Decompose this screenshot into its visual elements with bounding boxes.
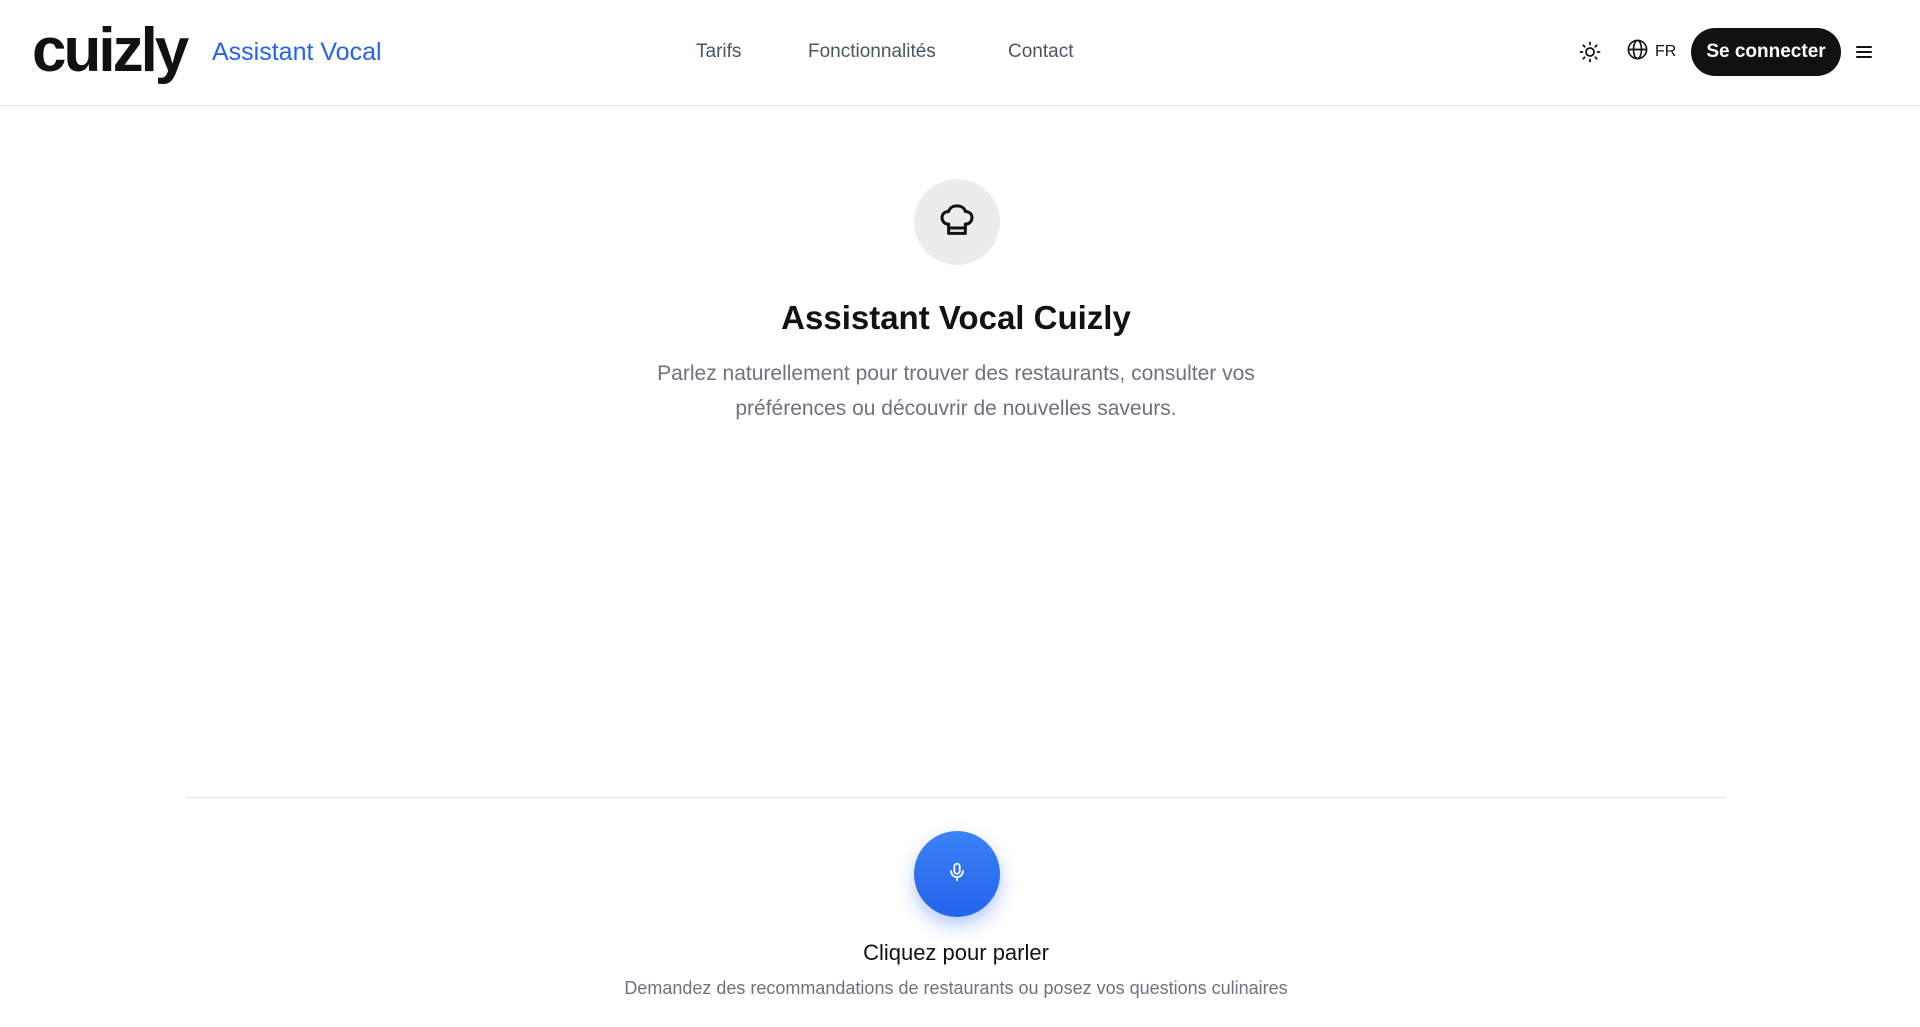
divider	[186, 797, 1726, 798]
chef-hat-icon-container	[914, 179, 1000, 265]
hamburger-icon[interactable]	[1852, 40, 1876, 64]
globe-icon	[1626, 38, 1649, 66]
page-description: Parlez naturellement pour trouver des re…	[657, 362, 1255, 420]
voice-prompt-subtitle: Demandez des recommandations de restaura…	[624, 978, 1288, 998]
voice-prompt-title: Cliquez pour parler	[863, 940, 1049, 965]
sun-icon[interactable]	[1578, 40, 1602, 64]
login-button[interactable]: Se connecter	[1691, 28, 1841, 76]
language-selector[interactable]: FR	[1626, 38, 1676, 66]
microphone-button[interactable]	[914, 831, 1000, 917]
nav-item-tarifs[interactable]: Tarifs	[696, 36, 741, 68]
site-header: cuizly Assistant Vocal Tarifs Fonctionna…	[0, 0, 1920, 106]
nav-item-contact[interactable]: Contact	[1008, 36, 1073, 68]
logo-subtitle: Assistant Vocal	[212, 38, 382, 66]
chef-hat-icon	[937, 200, 977, 245]
language-label: FR	[1655, 43, 1677, 60]
logo[interactable]: cuizly	[32, 8, 189, 94]
microphone-icon	[946, 861, 968, 888]
page-title: Assistant Vocal Cuizly	[781, 299, 1131, 336]
nav-item-fonctionnalites[interactable]: Fonctionnalités	[808, 36, 936, 68]
